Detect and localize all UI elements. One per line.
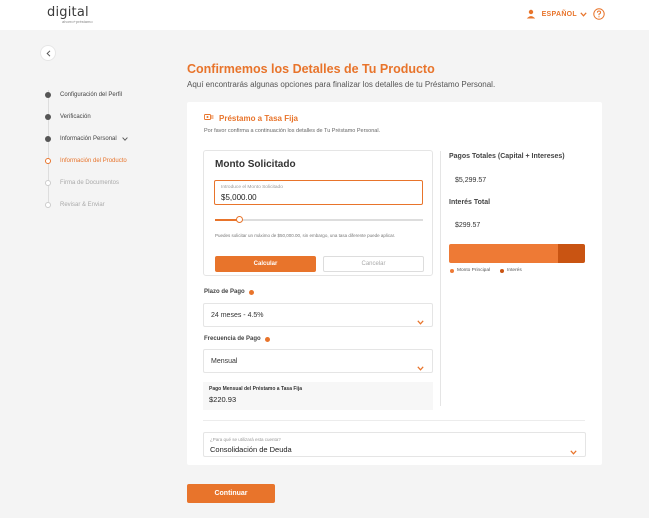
page-title: Confirmemos los Detalles de Tu Producto: [187, 62, 435, 76]
product-card: Préstamo a Tasa Fija Por favor confirma …: [187, 102, 602, 465]
step-label: Información del Producto: [60, 158, 127, 164]
legend-interest-label: Interés: [507, 268, 522, 273]
step-verification[interactable]: Verificación: [44, 106, 174, 128]
purpose-select[interactable]: ¿Para qué se utilizará esta cuenta? Cons…: [203, 432, 586, 457]
card-header: Préstamo a Tasa Fija: [204, 113, 298, 123]
step-personal-info[interactable]: Información Personal: [44, 128, 174, 150]
legend-principal: Monto Principal: [450, 268, 490, 273]
legend-dot-principal: [450, 268, 454, 273]
total-payments-value: $5,299.57: [455, 177, 487, 184]
step-review-submit: Revisar & Enviar: [44, 194, 174, 216]
step-profile[interactable]: Configuración del Perfil: [44, 84, 174, 106]
legend-dot-interest: [500, 268, 505, 273]
continue-button[interactable]: Continuar: [187, 484, 275, 503]
amount-input-value: $5,000.00: [221, 193, 257, 202]
term-label-row: Plazo de Pago: [204, 289, 254, 295]
step-dot: [45, 136, 51, 142]
chevron-left-icon: [45, 49, 51, 57]
chevron-down-icon: [121, 137, 128, 141]
chevron-down-icon: [417, 312, 424, 330]
principal-bar-segment: [449, 244, 558, 263]
total-payments-label: Pagos Totales (Capital + Intereses): [449, 153, 565, 160]
amount-title: Monto Solicitado: [215, 159, 296, 170]
card-title: Préstamo a Tasa Fija: [219, 113, 298, 123]
step-label: Revisar & Enviar: [60, 202, 105, 208]
legend-principal-label: Monto Principal: [457, 268, 491, 273]
total-interest-value: $299.57: [455, 222, 481, 229]
chevron-down-icon: [570, 442, 577, 460]
loan-icon: [204, 113, 214, 123]
cancel-button[interactable]: Cancelar: [323, 256, 424, 272]
purpose-label: ¿Para qué se utilizará esta cuenta?: [210, 437, 281, 442]
help-icon[interactable]: [593, 8, 605, 20]
language-selector[interactable]: ESPAÑOL: [542, 11, 587, 18]
monthly-payment-label: Pago Mensual del Préstamo a Tasa Fija: [209, 386, 302, 392]
frequency-select[interactable]: Mensual: [203, 349, 433, 373]
amount-input[interactable]: Introduce el Monto Solicitado $5,000.00: [214, 180, 423, 205]
amount-slider[interactable]: [215, 215, 423, 225]
card-description: Por favor confirma a continuación los de…: [204, 128, 381, 134]
page-subtitle: Aquí encontrarás algunas opciones para f…: [187, 80, 496, 89]
step-product-info[interactable]: Información del Producto: [44, 150, 174, 172]
step-dot: [45, 158, 51, 164]
back-button[interactable]: [40, 45, 56, 61]
language-label: ESPAÑOL: [541, 10, 577, 18]
user-icon[interactable]: [526, 9, 536, 19]
total-interest-label: Interés Total: [449, 199, 491, 206]
purpose-value: Consolidación de Deuda: [210, 445, 292, 454]
column-divider: [440, 151, 441, 406]
frequency-value: Mensual: [211, 358, 238, 365]
legend-interest: Interés: [500, 268, 522, 273]
frequency-label-row: Frecuencia de Pago: [204, 336, 270, 342]
amount-note: Puedes solicitar un máximo de $50,000.00…: [215, 233, 396, 238]
info-icon[interactable]: [264, 336, 270, 342]
logo-text: digital: [47, 5, 89, 20]
section-divider: [203, 420, 585, 421]
step-label: Información Personal: [60, 136, 117, 142]
monthly-payment-box: Pago Mensual del Préstamo a Tasa Fija $2…: [203, 382, 433, 410]
amount-box: Monto Solicitado Introduce el Monto Soli…: [203, 150, 433, 276]
monthly-payment-value: $220.93: [209, 395, 237, 404]
info-icon[interactable]: [248, 289, 254, 295]
step-dot: [45, 114, 51, 120]
amount-input-label: Introduce el Monto Solicitado: [221, 185, 283, 190]
term-value: 24 meses - 4.5%: [211, 312, 264, 319]
logo[interactable]: digital ahorro+préstamo: [47, 6, 93, 24]
breakdown-bar: [449, 244, 585, 263]
step-label: Verificación: [60, 114, 91, 120]
logo-subtext: ahorro+préstamo: [62, 19, 93, 24]
step-dot: [45, 202, 51, 208]
chevron-down-icon: [417, 358, 424, 376]
step-dot: [45, 92, 51, 98]
step-label: Configuración del Perfil: [60, 92, 123, 98]
bar-legend: Monto Principal Interés: [450, 268, 522, 273]
chevron-down-icon: [580, 11, 587, 17]
top-right-controls: ESPAÑOL: [526, 8, 605, 20]
term-label: Plazo de Pago: [204, 289, 245, 295]
progress-steps: Configuración del Perfil Verificación In…: [44, 84, 174, 216]
term-select[interactable]: 24 meses - 4.5%: [203, 303, 433, 327]
frequency-label: Frecuencia de Pago: [204, 336, 261, 342]
interest-bar-segment: [557, 244, 585, 263]
calculate-button[interactable]: Calcular: [215, 256, 316, 272]
step-label: Firma de Documentos: [60, 180, 120, 186]
top-bar: digital ahorro+préstamo ESPAÑOL: [0, 0, 649, 30]
slider-track: [215, 219, 423, 221]
step-sign-documents: Firma de Documentos: [44, 172, 174, 194]
step-dot: [45, 180, 51, 186]
slider-handle[interactable]: [236, 216, 244, 223]
